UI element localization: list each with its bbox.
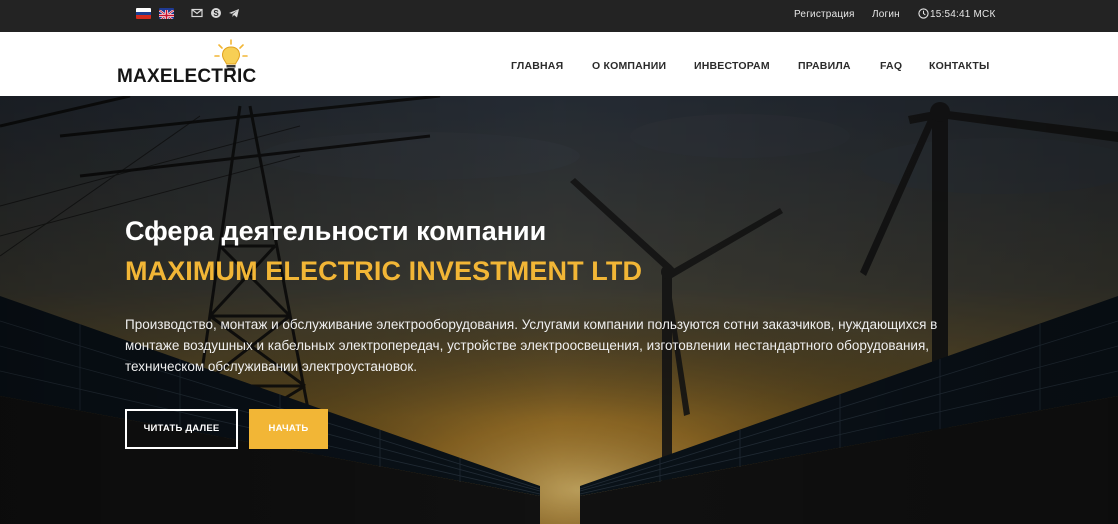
logo-text: MAXELECTRIC [117,66,257,87]
hero-description: Производство, монтаж и обслуживание элек… [125,317,938,374]
nav-item-contacts[interactable]: КОНТАКТЫ [929,60,989,72]
main-navbar: MAXELECTRIC ГЛАВНАЯ О КОМПАНИИ ИНВЕСТОРА… [0,32,1118,96]
nav-item-faq[interactable]: FAQ [880,60,902,72]
flag-ru-icon[interactable] [136,8,151,19]
mail-icon[interactable] [191,7,203,19]
flag-en-icon[interactable] [159,8,174,19]
start-button[interactable]: НАЧАТЬ [249,409,328,449]
nav-item-home[interactable]: ГЛАВНАЯ [511,60,563,72]
clock-icon [917,8,929,20]
hero-section: Сфера деятельности компании MAXIMUM ELEC… [0,96,1118,524]
read-more-button[interactable]: ЧИТАТЬ ДАЛЕЕ [125,409,238,449]
hero-background-image [0,96,1118,524]
hero-headline: Сфера деятельности компании [125,216,547,246]
svg-text:S: S [213,9,219,18]
login-link[interactable]: Логин [872,9,900,20]
top-bar: S Регистрация Логин 15:54:41 МСК [0,0,1118,32]
server-clock: 15:54:41 МСК [930,9,996,20]
telegram-icon[interactable] [228,7,240,19]
hero-company-name: MAXIMUM ELECTRIC INVESTMENT LTD [125,256,643,286]
nav-item-about[interactable]: О КОМПАНИИ [592,60,666,72]
register-link[interactable]: Регистрация [794,9,855,20]
skype-icon[interactable]: S [210,7,222,19]
nav-item-rules[interactable]: ПРАВИЛА [798,60,851,72]
nav-item-investors[interactable]: ИНВЕСТОРАМ [694,60,770,72]
